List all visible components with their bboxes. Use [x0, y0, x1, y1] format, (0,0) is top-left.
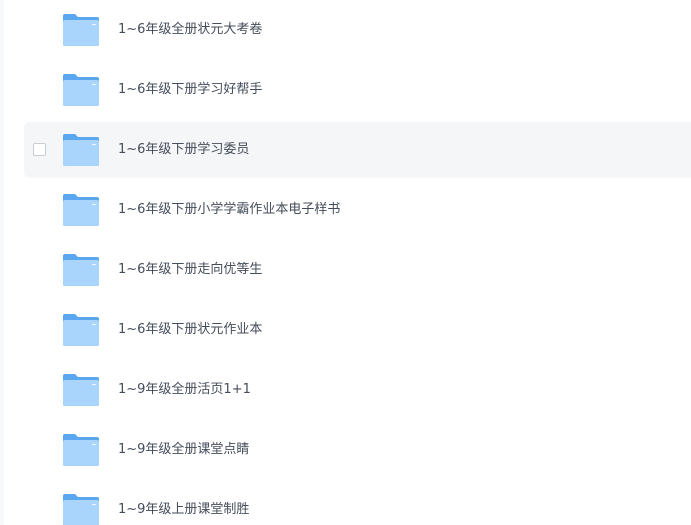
file-row[interactable]: 1~6年级下册学习好帮手: [24, 62, 691, 118]
file-name[interactable]: 1~6年级下册学习好帮手: [118, 62, 262, 118]
folder-icon[interactable]: [62, 133, 100, 167]
row-checkbox[interactable]: [33, 143, 46, 156]
file-row[interactable]: 1~6年级下册状元作业本: [24, 302, 691, 358]
file-name[interactable]: 1~6年级全册状元大考卷: [118, 2, 262, 58]
file-browser: 1~6年级全册状元大考卷 1~6年级下册学习好帮手 1~6年级下册学习委员 1~6年级…: [0, 0, 691, 525]
file-name[interactable]: 1~6年级下册小学学霸作业本电子样书: [118, 182, 340, 238]
file-row[interactable]: 1~6年级下册走向优等生: [24, 242, 691, 298]
file-name[interactable]: 1~6年级下册学习委员: [118, 122, 249, 178]
left-border: [0, 0, 4, 525]
file-row[interactable]: 1~9年级全册活页1+1: [24, 362, 691, 418]
folder-icon[interactable]: [62, 253, 100, 287]
file-row[interactable]: 1~6年级下册学习委员: [24, 122, 691, 178]
file-row[interactable]: 1~9年级上册课堂制胜: [24, 482, 691, 525]
file-row[interactable]: 1~9年级全册课堂点睛: [24, 422, 691, 478]
file-name[interactable]: 1~9年级全册活页1+1: [118, 362, 251, 418]
file-name[interactable]: 1~6年级下册状元作业本: [118, 302, 262, 358]
file-name[interactable]: 1~9年级全册课堂点睛: [118, 422, 249, 478]
folder-icon[interactable]: [62, 193, 100, 227]
file-row[interactable]: 1~6年级下册小学学霸作业本电子样书: [24, 182, 691, 238]
folder-icon[interactable]: [62, 73, 100, 107]
folder-icon[interactable]: [62, 493, 100, 525]
folder-icon[interactable]: [62, 13, 100, 47]
file-row[interactable]: 1~6年级全册状元大考卷: [24, 2, 691, 58]
folder-icon[interactable]: [62, 433, 100, 467]
file-name[interactable]: 1~9年级上册课堂制胜: [118, 482, 249, 525]
folder-icon[interactable]: [62, 313, 100, 347]
file-name[interactable]: 1~6年级下册走向优等生: [118, 242, 262, 298]
folder-icon[interactable]: [62, 373, 100, 407]
